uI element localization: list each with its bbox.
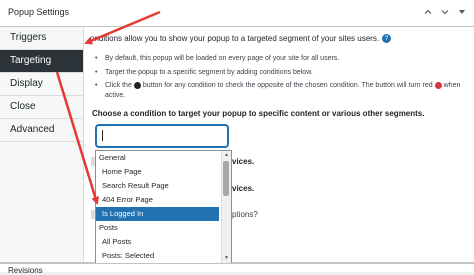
tab-advanced[interactable]: Advanced <box>0 119 83 142</box>
bullet-target: Target the popup to a specific segment b… <box>95 68 313 78</box>
option-search-result-page[interactable]: Search Result Page <box>96 179 231 193</box>
option-home-page[interactable]: Home Page <box>96 165 231 179</box>
bullet-not-button: Click the button for any condition to che… <box>95 81 467 101</box>
popup-settings-panel: Popup Settings Triggers Targeting Displa… <box>0 0 474 264</box>
tab-close[interactable]: Close <box>0 96 83 119</box>
settings-tabs: Triggers Targeting Display Close Advance… <box>0 27 84 262</box>
optgroup-general: General <box>99 153 126 162</box>
not-operand-active-icon <box>434 81 442 89</box>
obscured-text: vices. <box>232 184 255 193</box>
option-all-posts[interactable]: All Posts <box>96 235 231 249</box>
tab-targeting[interactable]: Targeting <box>0 50 83 73</box>
condition-dropdown[interactable]: General Home Page Search Result Page 404… <box>95 150 232 264</box>
option-is-logged-in[interactable]: Is Logged In <box>96 207 219 221</box>
obscured-text: ptions? <box>232 210 258 219</box>
condition-heading: Choose a condition to target your popup … <box>92 109 425 118</box>
help-icon[interactable]: ? <box>382 34 392 44</box>
chevron-up-icon[interactable] <box>422 6 434 18</box>
intro-text: onditions allow you to show your popup t… <box>90 34 380 43</box>
panel-title: Popup Settings <box>8 7 70 17</box>
scroll-down-icon[interactable]: ▼ <box>223 255 230 262</box>
scroll-up-icon[interactable]: ▲ <box>223 152 230 159</box>
not-operand-icon <box>133 81 141 89</box>
bullet-default: By default, this popup will be loaded on… <box>95 54 339 64</box>
chevron-down-icon[interactable] <box>439 6 451 18</box>
condition-select-input[interactable] <box>96 125 228 147</box>
bullet-click-text: Click the <box>105 82 132 89</box>
option-404-error-page[interactable]: 404 Error Page <box>96 193 231 207</box>
scroll-thumb[interactable] <box>223 161 229 196</box>
bullet-button-text: button for any condition to check the op… <box>142 82 433 89</box>
triangle-toggle-icon[interactable] <box>456 6 468 18</box>
tab-display[interactable]: Display <box>0 73 83 96</box>
optgroup-posts: Posts <box>99 223 118 232</box>
panel-tools <box>422 6 468 18</box>
text-caret <box>102 130 103 141</box>
obscured-text: vices. <box>232 157 255 166</box>
option-posts-selected[interactable]: Posts: Selected <box>96 249 231 263</box>
dropdown-scrollbar[interactable]: ▲ ▼ <box>221 151 231 263</box>
targeting-intro: onditions allow you to show your popup t… <box>90 34 392 44</box>
tab-triggers[interactable]: Triggers <box>0 27 83 50</box>
panel-header: Popup Settings <box>0 0 474 27</box>
